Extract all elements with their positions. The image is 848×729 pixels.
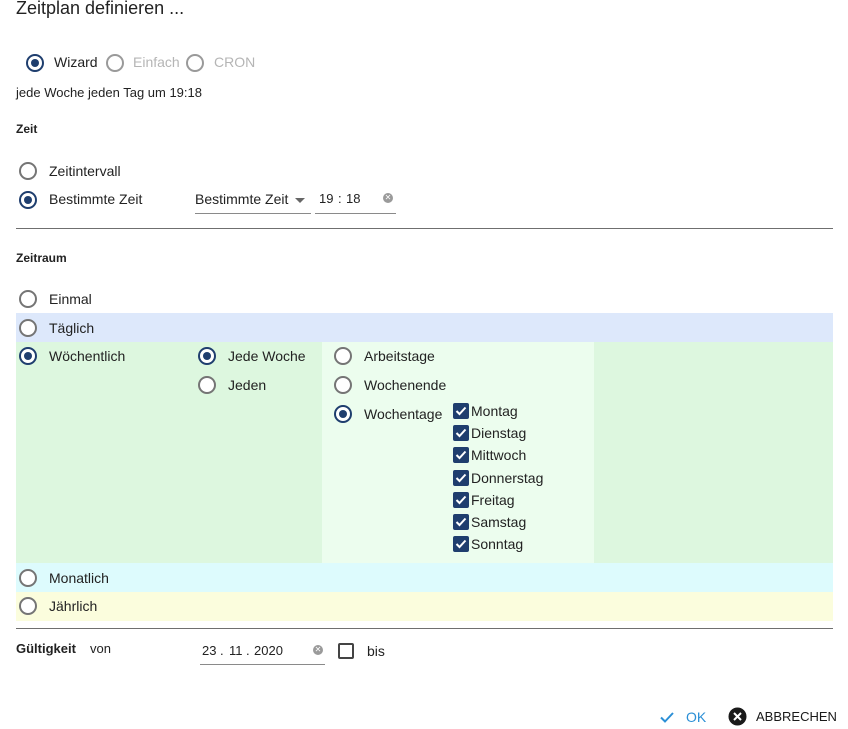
date-month: 11 [229, 643, 243, 658]
radio-zeitintervall[interactable] [19, 162, 37, 180]
radio-monatlich[interactable] [19, 569, 37, 587]
taeglich-label: Täglich [49, 320, 95, 336]
checkmark-icon [455, 450, 467, 460]
radio-jede-woche[interactable] [198, 347, 216, 365]
dropdown-underline [195, 213, 311, 214]
divider [16, 628, 833, 629]
radio-arbeitstage[interactable] [334, 347, 352, 365]
day-label: Sonntag [471, 536, 524, 552]
time-minute: 18 [346, 191, 361, 206]
time-hour: 19 [319, 191, 334, 206]
radio-taeglich[interactable] [19, 319, 37, 337]
day-checkbox[interactable] [453, 514, 469, 530]
cancel-button[interactable]: ABBRECHEN [728, 706, 842, 728]
row-jaehrlich [16, 592, 833, 621]
checkmark-icon [455, 406, 467, 416]
mode-wizard-label: Wizard [54, 54, 98, 70]
jaehrlich-label: Jährlich [49, 598, 98, 614]
clear-icon[interactable]: ✕ [313, 645, 323, 655]
day-checkbox[interactable] [453, 425, 469, 441]
date-year: 2020 [254, 643, 283, 658]
zeitintervall-label: Zeitintervall [49, 163, 121, 179]
ok-label: OK [686, 709, 707, 725]
radio-bestimmte-zeit[interactable] [19, 191, 37, 209]
bestimmte-zeit-label: Bestimmte Zeit [49, 191, 143, 207]
zeit-heading: Zeit [16, 122, 38, 136]
woechentlich-label: Wöchentlich [49, 348, 126, 364]
arbeitstage-label: Arbeitstage [364, 348, 435, 364]
gueltigkeit-heading: Gültigkeit [16, 641, 76, 656]
mode-cron-label: CRON [214, 54, 256, 70]
day-checkbox[interactable] [453, 470, 469, 486]
von-label: von [90, 641, 111, 656]
time-underline [315, 213, 396, 214]
mode-einfach-label: Einfach [133, 54, 180, 70]
start-date-input[interactable]: 23 . 11 . 2020 ✕ [200, 641, 325, 665]
radio-jeden[interactable] [198, 376, 216, 394]
time-mode-dropdown-value: Bestimmte Zeit [195, 191, 289, 207]
check-icon [660, 712, 674, 723]
dialog-title: Zeitplan definieren ... [16, 0, 185, 18]
day-label: Donnerstag [471, 470, 544, 486]
day-checkbox[interactable] [453, 536, 469, 552]
day-label: Dienstag [471, 425, 527, 441]
radio-wochentage[interactable] [334, 405, 352, 423]
checkmark-icon [455, 495, 467, 505]
time-mode-dropdown[interactable]: Bestimmte Zeit [195, 190, 311, 214]
clear-icon[interactable]: ✕ [383, 193, 393, 203]
close-icon [728, 707, 747, 726]
time-separator: : [338, 191, 342, 206]
day-checkbox[interactable] [453, 403, 469, 419]
row-taeglich [16, 313, 833, 342]
ok-button[interactable]: OK [658, 706, 708, 728]
radio-wochenende[interactable] [334, 376, 352, 394]
date-day: 23 [202, 643, 217, 658]
einmal-label: Einmal [49, 291, 92, 307]
divider [16, 228, 833, 229]
zeitraum-heading: Zeitraum [16, 251, 67, 265]
radio-woechentlich[interactable] [19, 347, 37, 365]
checkmark-icon [455, 517, 467, 527]
bis-checkbox[interactable] [338, 643, 354, 659]
bis-label: bis [367, 643, 385, 659]
checkmark-icon [455, 473, 467, 483]
radio-einmal[interactable] [19, 290, 37, 308]
row-monatlich [16, 563, 833, 592]
chevron-down-icon [295, 198, 305, 203]
day-label: Mittwoch [471, 447, 527, 463]
jeden-label: Jeden [228, 377, 267, 393]
date-underline [200, 664, 325, 665]
date-separator: . [246, 643, 250, 658]
day-label: Freitag [471, 492, 515, 508]
wochentage-label: Wochentage [364, 406, 443, 422]
checkmark-icon [455, 428, 467, 438]
radio-mode-wizard[interactable] [26, 54, 44, 72]
wochenende-label: Wochenende [364, 377, 447, 393]
day-checkbox[interactable] [453, 492, 469, 508]
time-input[interactable]: 19 : 18 ✕ [315, 190, 396, 214]
schedule-summary: jede Woche jeden Tag um 19:18 [16, 85, 202, 100]
monatlich-label: Monatlich [49, 570, 109, 586]
radio-mode-einfach[interactable] [106, 54, 124, 72]
day-label: Samstag [471, 514, 527, 530]
radio-jaehrlich[interactable] [19, 597, 37, 615]
checkmark-icon [455, 539, 467, 549]
cancel-label: ABBRECHEN [756, 709, 837, 724]
jede-woche-label: Jede Woche [228, 348, 306, 364]
radio-mode-cron[interactable] [186, 54, 204, 72]
date-separator: . [220, 643, 224, 658]
day-checkbox[interactable] [453, 447, 469, 463]
day-label: Montag [471, 403, 518, 419]
